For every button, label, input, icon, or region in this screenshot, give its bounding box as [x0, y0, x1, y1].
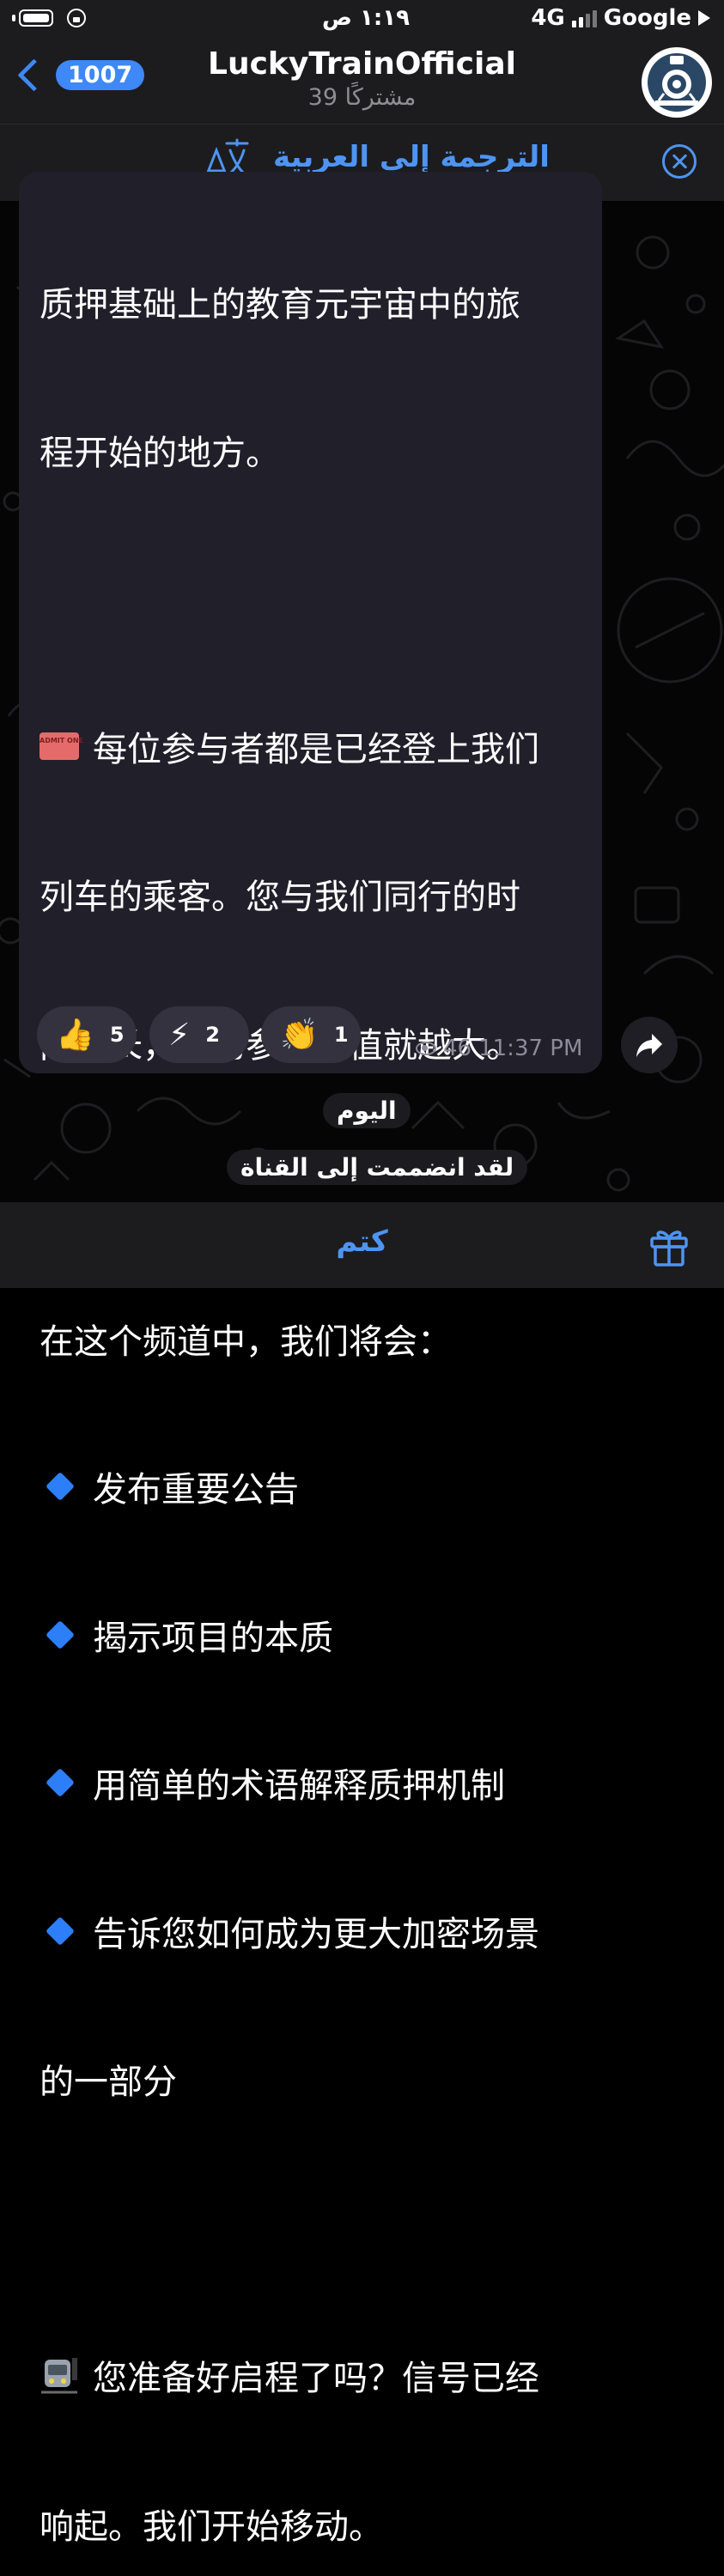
message-line	[40, 577, 589, 627]
message-line-text: 告诉您如何成为更大加密场景	[93, 1914, 539, 1954]
blue-diamond-icon	[46, 1619, 75, 1649]
message-list-item: 用简单的术语解释质押机制	[40, 1762, 589, 1812]
train-emoji-icon	[41, 2358, 77, 2394]
message-meta: 46 11:37 PM	[416, 1036, 582, 1061]
message-list-item: 告诉您如何成为更大加密场景	[40, 1911, 589, 1960]
reaction-clap[interactable]: 👏 1	[261, 1006, 361, 1063]
message-list-item: 发布重要公告	[40, 1466, 589, 1516]
carrier-info: 4G Google	[531, 5, 710, 31]
reaction-count: 5	[109, 1023, 125, 1047]
blue-diamond-icon	[46, 1768, 75, 1797]
rotation-lock-icon	[67, 9, 86, 27]
play-icon	[698, 10, 710, 26]
message-line: 程开始的地方。	[40, 433, 280, 473]
gift-icon[interactable]	[648, 1226, 690, 1267]
message-line: 列车的乘客。您与我们同行的时	[40, 878, 520, 917]
blue-diamond-icon	[46, 1916, 75, 1946]
reaction-count: 2	[205, 1023, 220, 1047]
message-text: 质押基础上的教育元宇宙中的旅 程开始的地方。 ADMIT ONE 每位参与者都是已…	[40, 182, 589, 2576]
message-line: 质押基础上的教育元宇宙中的旅	[40, 285, 520, 325]
thumbs-up-icon: 👍	[56, 1018, 94, 1053]
close-translate-button[interactable]	[662, 144, 697, 179]
message-line-text: 每位参与者都是已经登上我们	[93, 729, 539, 769]
chat-header: 1007 LuckyTrainOfficial 39 مشتركًا	[0, 39, 724, 125]
status-bar: ١:١٩ ص 4G Google	[0, 0, 724, 39]
message-list-item: 揭示项目的本质	[40, 1614, 589, 1664]
channel-title[interactable]: LuckyTrainOfficial	[0, 46, 724, 82]
network-type: 4G	[531, 5, 565, 31]
blue-diamond-icon	[46, 1472, 75, 1501]
signal-bars-icon	[571, 9, 597, 27]
status-time: ١:١٩ ص	[322, 5, 411, 31]
mute-button[interactable]: كتم	[0, 1224, 724, 1259]
message-line: 的一部分	[40, 2063, 177, 2102]
eye-icon	[416, 1042, 436, 1055]
share-button[interactable]	[621, 1017, 678, 1073]
ticket-emoji-icon: ADMIT ONE	[40, 732, 83, 760]
message-line: 您准备好启程了吗？信号已经	[40, 2354, 589, 2404]
message-line-text: 发布重要公告	[93, 1470, 299, 1510]
message-line: ADMIT ONE 每位参与者都是已经登上我们	[40, 726, 589, 775]
battery-icon	[19, 9, 53, 27]
lightning-icon: ⚡	[168, 1017, 191, 1053]
clapping-hands-icon: 👏	[280, 1018, 319, 1053]
view-count: 46	[443, 1036, 472, 1061]
train-logo-icon	[642, 48, 711, 117]
subscriber-count: 39 مشتركًا	[307, 84, 417, 111]
carrier-name: Google	[603, 5, 691, 31]
translate-label[interactable]: الترجمة إلى العربية	[273, 140, 550, 174]
date-pill: اليوم	[323, 1093, 411, 1128]
message-line-text: 用简单的术语解释质押机制	[93, 1766, 505, 1806]
bottom-bar: كتم	[0, 1202, 724, 1288]
message-line-text: 您准备好启程了吗？信号已经	[93, 2359, 539, 2398]
message-line: 响起。我们开始移动。	[40, 2506, 383, 2547]
battery-tip	[12, 15, 15, 21]
forward-arrow-icon	[636, 1034, 662, 1057]
joined-channel-pill: لقد انضممت إلى القناة	[227, 1150, 528, 1185]
message-line	[40, 2207, 589, 2257]
reaction-lightning[interactable]: ⚡ 2	[149, 1006, 249, 1063]
reaction-thumbs-up[interactable]: 👍 5	[37, 1006, 137, 1063]
reaction-count: 1	[333, 1023, 349, 1047]
message-line-text: 揭示项目的本质	[93, 1618, 333, 1658]
message-time: 11:37 PM	[478, 1036, 583, 1061]
message-line: 在这个频道中，我们将会：	[40, 1321, 452, 1362]
channel-avatar[interactable]	[642, 47, 712, 118]
